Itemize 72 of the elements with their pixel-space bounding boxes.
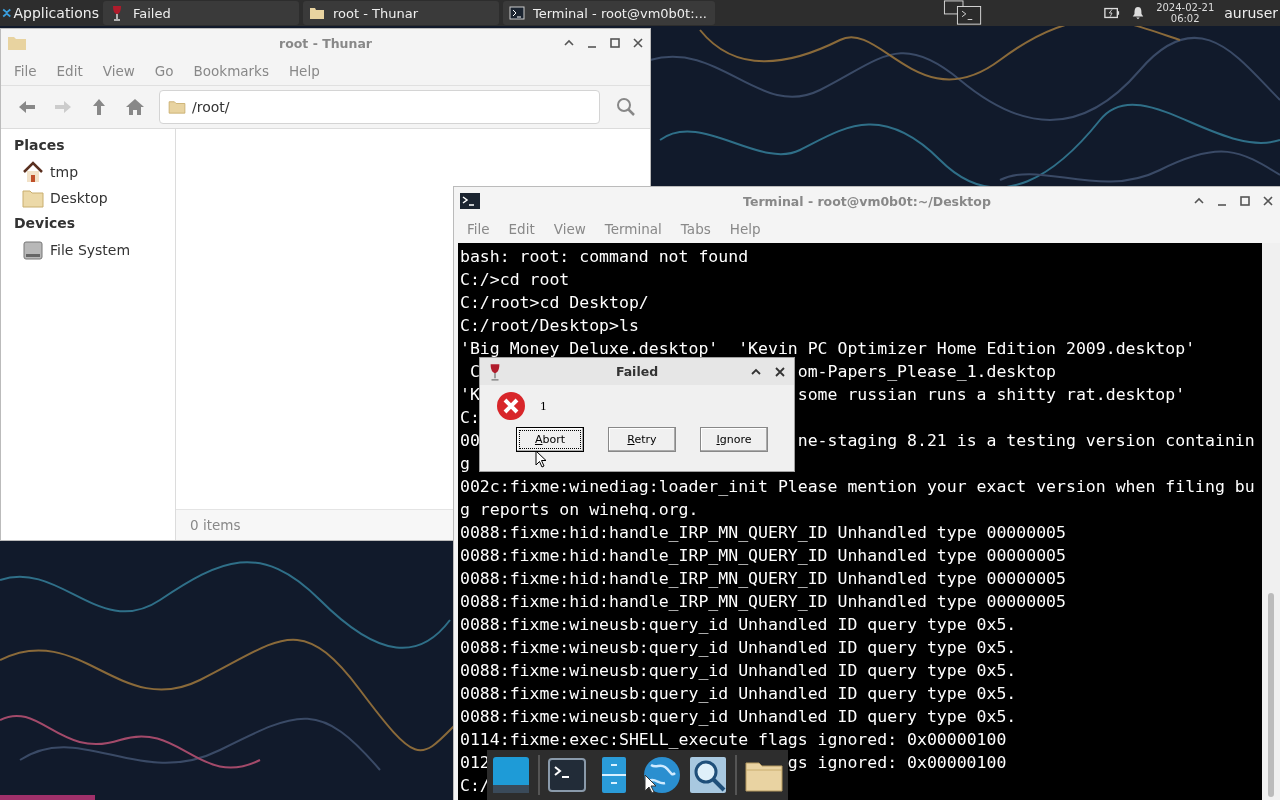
scrollbar[interactable] bbox=[1262, 243, 1280, 800]
terminal-line: 0088:fixme:wineusb:query_id Unhandled ID query type 0x5. bbox=[460, 683, 1017, 705]
item-count: 0 items bbox=[190, 517, 241, 533]
terminal-line: C:/ bbox=[460, 775, 490, 797]
close-icon[interactable] bbox=[1262, 195, 1274, 207]
terminal-line: 0088:fixme:wineusb:query_id Unhandled ID query type 0x5. bbox=[460, 706, 1017, 728]
terminal-line: C: bbox=[460, 407, 480, 429]
terminal-line: 00 bbox=[460, 430, 480, 452]
terminal-line: 0088:fixme:wineusb:query_id Unhandled ID query type 0x5. bbox=[460, 614, 1017, 636]
terminal-line: some russian runs a shitty rat.desktop' bbox=[797, 384, 1186, 406]
terminal-line: C bbox=[468, 361, 480, 383]
search-icon[interactable] bbox=[616, 97, 636, 117]
user-name[interactable]: auruser bbox=[1224, 5, 1280, 21]
terminal-line: 'K bbox=[460, 384, 480, 406]
sidebar-item[interactable]: Desktop bbox=[1, 185, 175, 211]
close-icon[interactable] bbox=[774, 365, 786, 378]
home-icon[interactable] bbox=[125, 97, 145, 117]
terminal-line: 012 bbox=[460, 752, 490, 774]
dialog-title: Failed bbox=[615, 364, 659, 379]
terminal-line: g reports on winehq.org. bbox=[460, 499, 699, 521]
sidebar-item[interactable]: tmp bbox=[1, 159, 175, 185]
terminal-line: om-Papers_Please_1.desktop bbox=[797, 361, 1057, 383]
clock[interactable]: 2024-02-21 06:02 bbox=[1156, 2, 1215, 24]
terminal-line: 0088:fixme:hid:handle_IRP_MN_QUERY_ID Unhandled type 00000005 bbox=[460, 591, 1066, 613]
terminal-line: 0088:fixme:hid:handle_IRP_MN_QUERY_ID Unhandled type 00000005 bbox=[460, 545, 1066, 567]
folder-icon bbox=[22, 187, 44, 209]
terminal-line: 0114:fixme:exec:SHELL_execute flags ignored: 0x00000100 bbox=[460, 729, 1007, 751]
globe-icon[interactable] bbox=[641, 755, 681, 795]
window-title: root - Thunar bbox=[279, 35, 372, 51]
terminal-icon bbox=[509, 5, 525, 21]
maximize-icon[interactable] bbox=[1239, 195, 1251, 207]
taskbar-button[interactable]: Failed bbox=[103, 1, 299, 25]
applications-menu[interactable]: Applications bbox=[0, 0, 103, 26]
terminal-line: C:/root>cd Desktop/ bbox=[460, 292, 649, 314]
terminal-icon[interactable] bbox=[547, 755, 587, 795]
mouse-pointer-icon bbox=[535, 450, 547, 468]
terminal-line: C:/>cd root bbox=[460, 269, 570, 291]
wine-glass-icon bbox=[488, 362, 502, 381]
folder-icon bbox=[309, 5, 325, 21]
dialog-button[interactable]: Ignore bbox=[700, 427, 768, 452]
section-heading: Places bbox=[13, 136, 66, 155]
terminal-line: g bbox=[460, 453, 470, 475]
taskbar-button[interactable]: Terminal - root@vm0b0t:... bbox=[503, 1, 715, 25]
terminal-line: bash: root: command not found bbox=[460, 246, 749, 268]
desktop-icon[interactable] bbox=[491, 755, 531, 795]
terminal-line: 0088:fixme:hid:handle_IRP_MN_QUERY_ID Unhandled type 00000005 bbox=[460, 568, 1066, 590]
hard-drive-icon bbox=[22, 239, 44, 261]
terminal-line: 002c:fixme:winediag:loader_init Please mention your exact version when filing bu bbox=[460, 476, 1255, 498]
sidebar-item[interactable]: File System bbox=[1, 237, 175, 263]
dialog-message: 1 bbox=[540, 399, 547, 413]
terminal-line: 0088:fixme:hid:handle_IRP_MN_QUERY_ID Unhandled type 00000005 bbox=[460, 522, 1066, 544]
error-icon bbox=[496, 391, 526, 421]
taskbar-button[interactable]: root - Thunar bbox=[303, 1, 499, 25]
close-icon[interactable] bbox=[632, 37, 644, 49]
folder-icon bbox=[7, 35, 27, 51]
terminal-line: gs ignored: 0x00000100 bbox=[787, 752, 1007, 774]
window-title: Terminal - root@vm0b0t:~/Desktop bbox=[743, 193, 991, 209]
terminal-line: C:/root/Desktop>ls bbox=[460, 315, 639, 337]
terminal-line: ne-staging 8.21 is a testing version containin bbox=[797, 430, 1255, 452]
house-icon bbox=[22, 161, 44, 183]
magnifier-icon[interactable] bbox=[688, 755, 728, 795]
terminal-line: 0088:fixme:wineusb:query_id Unhandled ID query type 0x5. bbox=[460, 637, 1017, 659]
section-heading: Devices bbox=[13, 214, 77, 233]
dialog-button[interactable]: Retry bbox=[608, 427, 676, 452]
dialog-button[interactable]: Abort bbox=[516, 427, 584, 452]
battery-icon[interactable] bbox=[1104, 6, 1121, 20]
terminal-line: 'Big Money Deluxe.desktop' 'Kevin PC Optimizer Home Edition 2009.desktop' bbox=[460, 338, 1196, 360]
terminal-icon bbox=[460, 193, 480, 209]
folder-icon bbox=[168, 100, 186, 114]
location-field[interactable]: /root/ bbox=[159, 90, 600, 124]
maximize-icon[interactable] bbox=[609, 37, 621, 49]
terminal-line: 0088:fixme:wineusb:query_id Unhandled ID query type 0x5. bbox=[460, 660, 1017, 682]
